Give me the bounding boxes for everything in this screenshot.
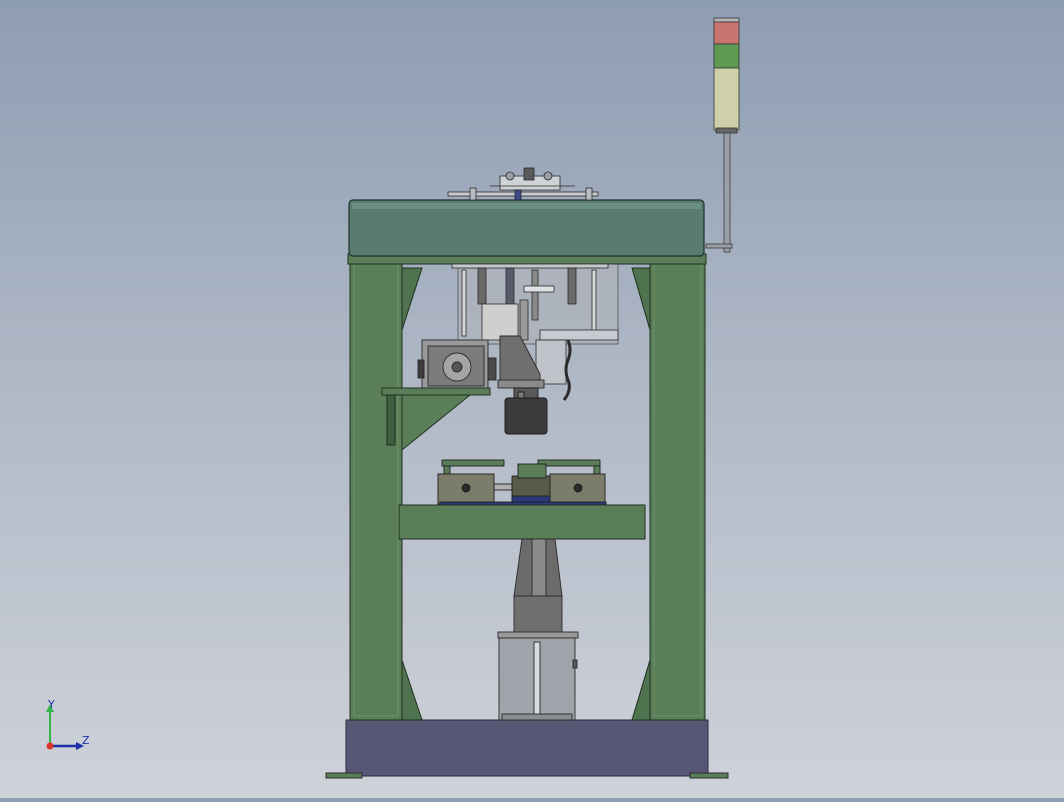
right-column [631, 257, 706, 721]
lift-column [497, 538, 579, 721]
cad-viewport[interactable]: Y Z [0, 0, 1064, 798]
signal-tower [705, 17, 740, 253]
base-plate [325, 719, 729, 779]
top-mechanism [447, 167, 599, 201]
gripper-head [504, 387, 548, 435]
fixture-assembly [437, 459, 607, 507]
table-plate [398, 504, 646, 540]
left-column [349, 257, 423, 721]
axis-triad: Y Z [40, 698, 100, 760]
machine-model [325, 17, 740, 779]
x-axis-dot [46, 742, 54, 750]
top-cover [348, 199, 705, 257]
z-axis-label: Z [82, 734, 90, 747]
y-axis-label: Y [48, 698, 55, 711]
